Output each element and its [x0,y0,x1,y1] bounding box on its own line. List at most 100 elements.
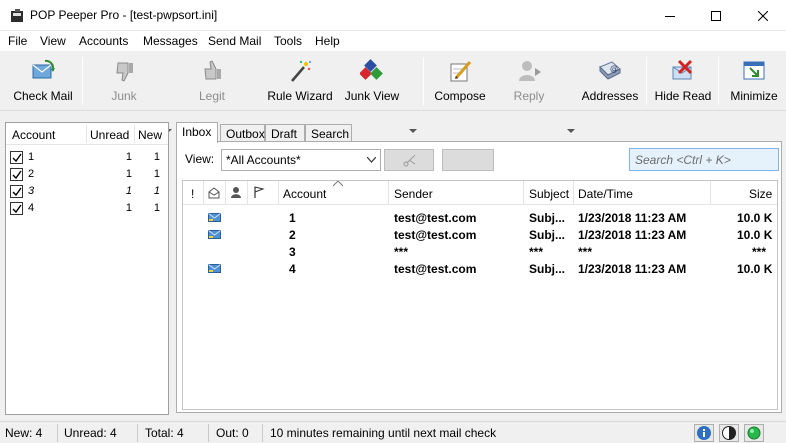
menu-help[interactable]: Help [315,33,340,49]
menu-tools[interactable]: Tools [274,33,302,49]
account-checkbox[interactable] [10,151,23,164]
column-divider [388,181,389,205]
reply-button[interactable]: Reply [506,55,552,107]
compose-icon [450,61,472,82]
accounts-column-new[interactable]: New [138,128,162,142]
account-checkbox[interactable] [10,168,23,181]
message-sender: test@test.com [394,262,477,276]
info-indicator[interactable] [694,424,714,442]
hide-read-button[interactable]: Hide Read [652,55,714,107]
account-new-count: 1 [153,168,160,180]
compose-button[interactable]: Compose [430,55,490,107]
legit-label: Legit [198,89,226,103]
chevron-down-icon [367,157,376,163]
checkmark-icon [12,204,22,214]
status-bar: New: 4 Unread: 4 Total: 4 Out: 0 10 minu… [0,421,786,443]
tab-outbox[interactable]: Outbox [220,124,265,142]
accounts-panel: Account Unread New 1 1 1 2 1 1 3 1 1 4 1… [5,122,169,415]
message-subject: Subj... [529,211,565,225]
junk-button[interactable]: Junk [94,55,154,107]
column-divider [523,181,524,205]
message-sender: test@test.com [394,211,477,225]
toolbar-separator [718,57,719,105]
column-size[interactable]: Size [749,187,772,201]
address-book-icon: @ [599,61,621,80]
minimize-label: Minimize [730,89,778,103]
addresses-button[interactable]: @ Addresses [580,55,640,107]
window-title: POP Peeper Pro - [test-pwpsort.ini] [30,8,218,22]
close-icon [758,10,768,21]
legit-button[interactable]: Legit [182,55,242,107]
status-new-count: New: 4 [5,426,43,440]
menu-accounts[interactable]: Accounts [79,33,128,49]
filter-secondary-button[interactable] [442,149,494,171]
rule-wizard-button[interactable]: Rule Wizard [266,55,334,107]
account-checkbox[interactable] [10,185,23,198]
message-row[interactable]: 2 test@test.com Subj... 1/23/2018 11:23 … [183,226,777,243]
accounts-column-account[interactable]: Account [12,128,55,142]
thumbs-up-icon [204,60,221,80]
column-account[interactable]: Account [283,187,326,201]
minimize-button[interactable]: Minimize [724,55,784,107]
menu-file[interactable]: File [8,33,27,49]
search-field[interactable] [629,148,779,171]
column-sender[interactable]: Sender [394,187,433,201]
filter-action-button[interactable] [384,149,434,171]
menu-view[interactable]: View [40,33,66,49]
tab-search[interactable]: Search [305,124,352,142]
view-filter-label: View: [185,152,215,166]
night-mode-indicator[interactable] [719,424,739,442]
account-row[interactable]: 1 1 1 [6,149,168,166]
contact-column-icon[interactable] [230,186,242,199]
minimize-window-button[interactable] [647,0,693,31]
account-row[interactable]: 3 1 1 [6,183,168,200]
column-divider [86,125,87,143]
check-mail-button[interactable]: Check Mail [6,55,80,107]
column-subject[interactable]: Subject [529,187,569,201]
toolbar: Check Mail Junk Legit Rule Wizard Junk V… [0,51,786,133]
close-window-button[interactable] [740,0,786,31]
account-checkbox[interactable] [10,202,23,215]
message-row[interactable]: 1 test@test.com Subj... 1/23/2018 11:23 … [183,209,777,226]
accounts-column-unread[interactable]: Unread [90,128,129,142]
menu-messages[interactable]: Messages [143,33,198,49]
account-row[interactable]: 4 1 1 [6,200,168,217]
column-priority[interactable]: ! [191,187,194,201]
view-filter-select[interactable]: *All Accounts* [221,149,381,171]
account-new-count: 1 [153,185,160,197]
connection-status-indicator[interactable] [744,424,764,442]
tab-inbox[interactable]: Inbox [176,122,218,143]
message-account: 2 [289,228,296,242]
menu-send-mail[interactable]: Send Mail [208,33,261,49]
flag-column-icon[interactable] [253,186,265,199]
message-date: 1/23/2018 11:23 AM [578,211,687,225]
sort-ascending-icon [333,181,343,187]
check-mail-icon [32,59,55,79]
search-input[interactable] [633,152,777,168]
check-mail-label: Check Mail [13,89,73,103]
read-status-column-icon[interactable] [208,187,220,199]
column-date-time[interactable]: Date/Time [578,187,633,201]
tab-draft[interactable]: Draft [265,124,305,142]
maximize-window-button[interactable] [693,0,739,31]
account-row[interactable]: 2 1 1 [6,166,168,183]
toolbar-separator [646,57,647,105]
status-total-count: Total: 4 [145,426,184,440]
thumbs-down-icon [116,62,133,82]
addresses-label: Addresses [581,89,639,103]
junk-view-label: Junk View [344,89,400,103]
message-row[interactable]: 3 *** *** *** *** [183,243,777,260]
view-filter-value: *All Accounts* [226,153,301,167]
junk-view-button[interactable]: Junk View [340,55,404,107]
status-divider [208,424,209,442]
status-divider [262,424,263,442]
account-new-count: 1 [153,202,160,214]
status-message: 10 minutes remaining until next mail che… [270,426,497,440]
column-divider [134,125,135,143]
message-row[interactable]: 4 test@test.com Subj... 1/23/2018 11:23 … [183,260,777,277]
account-name: 2 [28,168,35,180]
pop-peeper-app-icon [11,9,23,22]
toolbar-separator [423,57,424,105]
message-subject: *** [529,245,544,259]
scissors-icon [403,154,416,167]
